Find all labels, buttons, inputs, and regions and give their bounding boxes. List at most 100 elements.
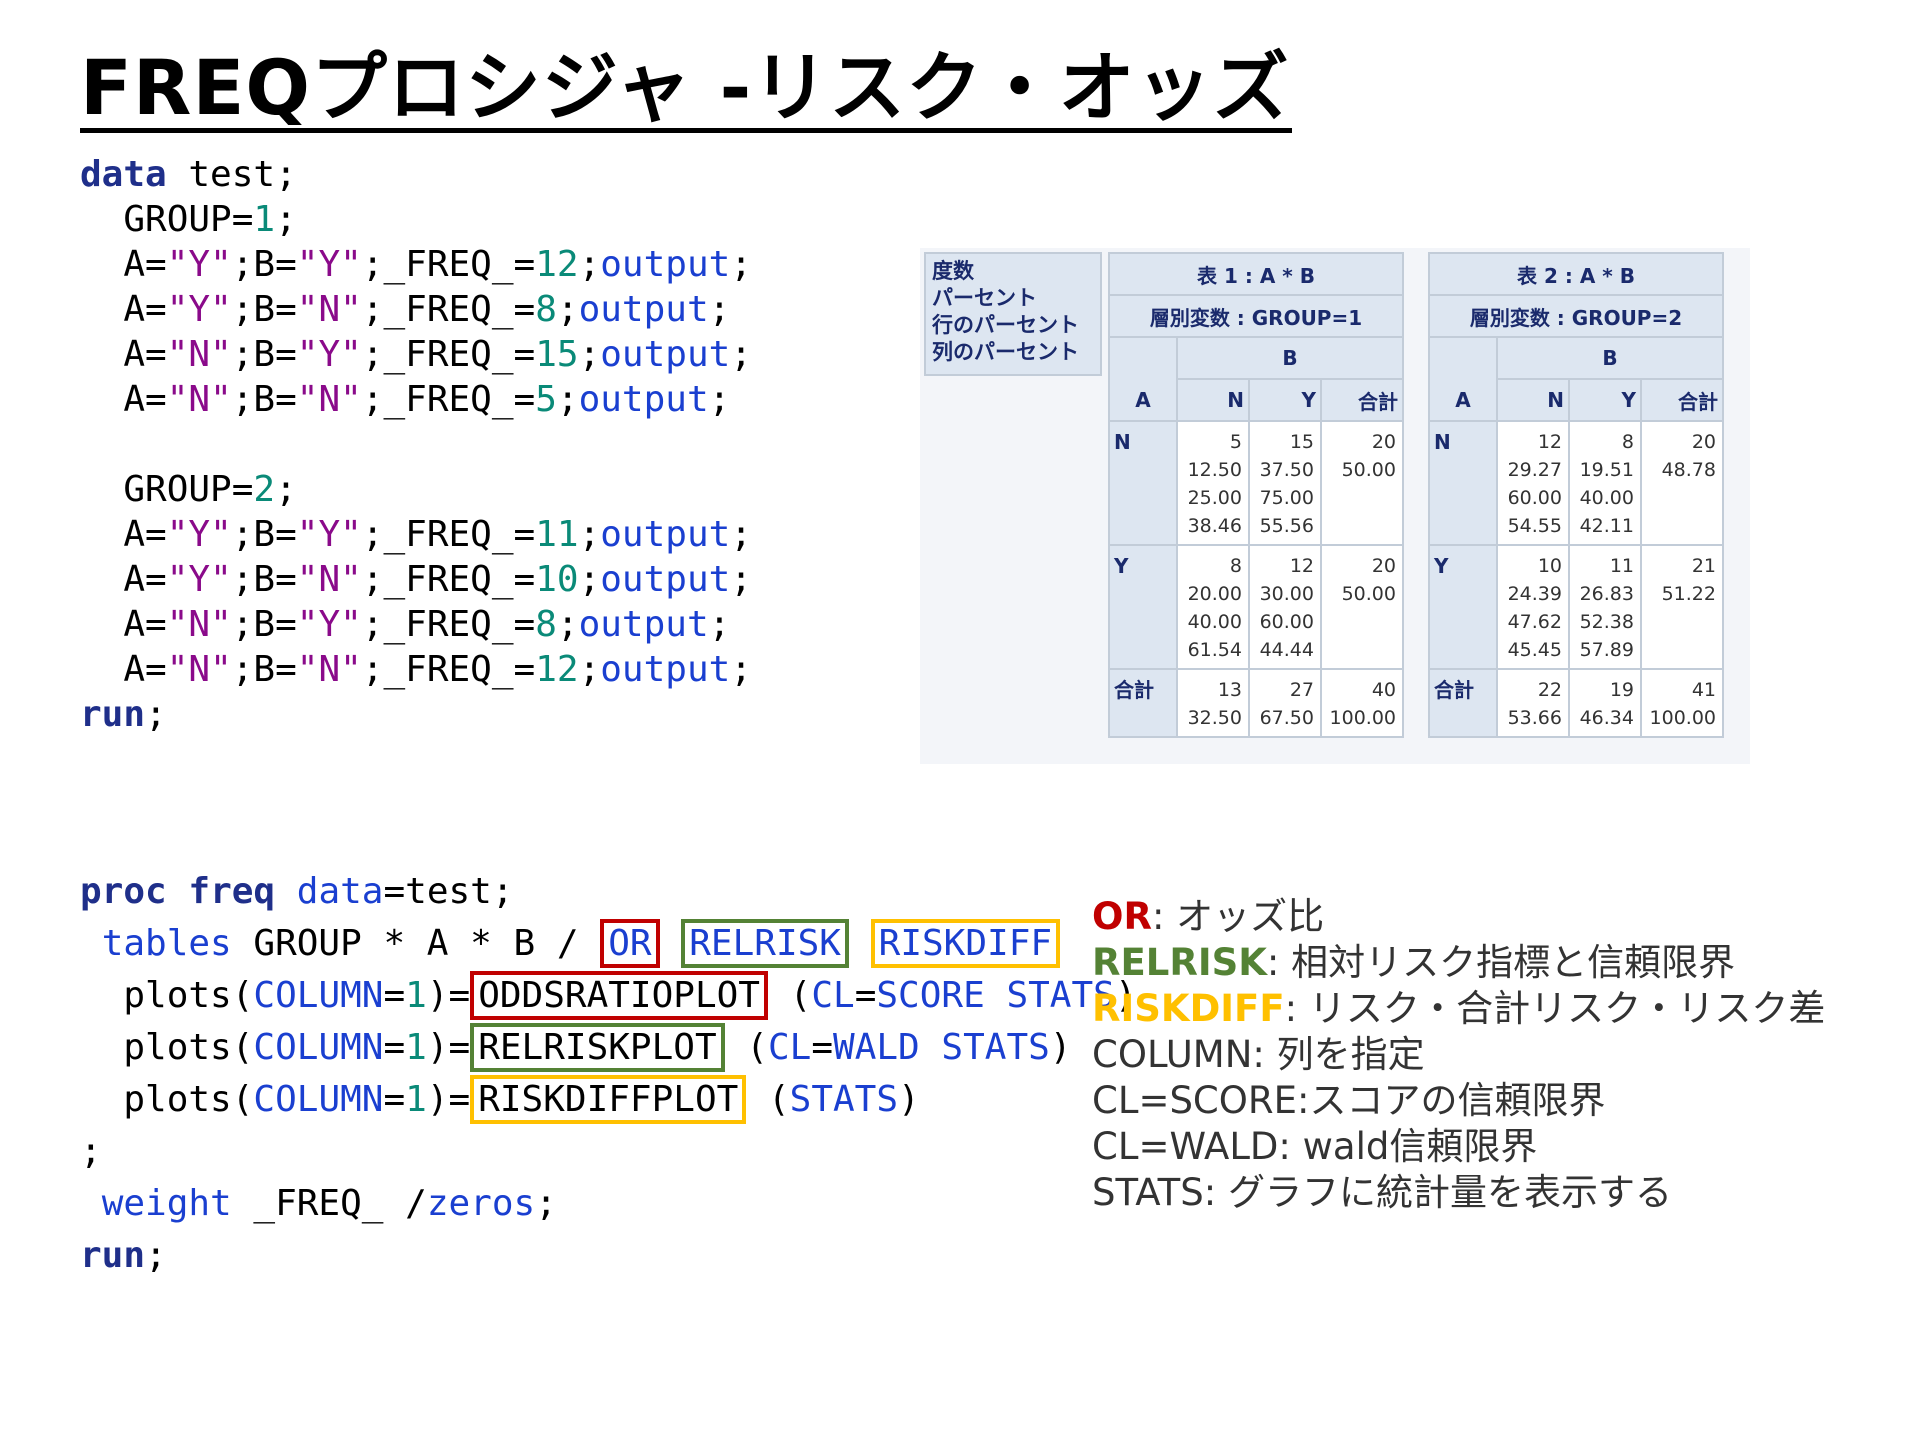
keyword-output: output xyxy=(600,334,731,375)
row-variable: A xyxy=(1428,379,1498,422)
keyword-output: output xyxy=(600,244,731,285)
row-label: Y xyxy=(1108,544,1178,670)
assign-a: A= xyxy=(123,289,167,330)
group-value: 2 xyxy=(253,469,276,510)
title-underline xyxy=(80,128,1292,133)
value-b: "N" xyxy=(296,289,362,330)
note-text: COLUMN: 列を指定 xyxy=(1092,1033,1425,1076)
column-label: Y xyxy=(1568,378,1642,422)
note-text: CL=SCORE:スコアの信頼限界 xyxy=(1092,1079,1606,1122)
note-text: : オッズ比 xyxy=(1151,895,1325,938)
keyword-output: output xyxy=(600,514,731,555)
note-text: : リスク・合計リスク・リスク差 xyxy=(1284,987,1826,1030)
keyword-output: output xyxy=(578,604,709,645)
data-step-code: data test; GROUP=1; A="Y";B="Y";_FREQ_=1… xyxy=(80,154,752,735)
value-b: "N" xyxy=(296,649,362,690)
value-b: "N" xyxy=(296,379,362,420)
table-cell: 12 30.00 60.00 44.44 xyxy=(1248,544,1322,670)
group-assign: GROUP= xyxy=(123,199,254,240)
table-cell: 41 100.00 xyxy=(1640,668,1724,738)
group2-lines: A="Y";B="Y";_FREQ_=11;output; A="Y";B="N… xyxy=(123,514,752,690)
row-label: Y xyxy=(1428,544,1498,670)
riskdiffplot-box: RISKDIFFPLOT xyxy=(470,1075,747,1124)
keyword-output: output xyxy=(578,379,709,420)
value-b: "Y" xyxy=(296,604,362,645)
table-title: 表 2 : A * B xyxy=(1428,252,1724,296)
value-freq: 11 xyxy=(535,514,579,555)
value-a: "Y" xyxy=(166,514,232,555)
value-freq: 12 xyxy=(535,244,579,285)
assign-a: A= xyxy=(123,244,167,285)
assign-a: A= xyxy=(123,559,167,600)
strata-label: 層別変数 : GROUP=1 xyxy=(1108,294,1404,338)
row-label: 合計 xyxy=(1108,668,1178,738)
value-freq: 15 xyxy=(535,334,579,375)
assign-a: A= xyxy=(123,334,167,375)
value-freq: 10 xyxy=(535,559,579,600)
group-value: 1 xyxy=(253,199,276,240)
table-cell: 11 26.83 52.38 57.89 xyxy=(1568,544,1642,670)
table-cell: 5 12.50 25.00 38.46 xyxy=(1176,420,1250,546)
note-key: RISKDIFF xyxy=(1092,987,1285,1030)
strata-label: 層別変数 : GROUP=2 xyxy=(1428,294,1724,338)
column-label: N xyxy=(1496,378,1570,422)
option-data: data xyxy=(296,871,384,912)
value-freq: 8 xyxy=(535,289,557,330)
slide-title: FREQプロシジャ -リスク・オッズ xyxy=(80,43,1290,132)
note-text: : 相対リスク指標と信頼限界 xyxy=(1266,941,1736,984)
keyword-weight: weight xyxy=(101,1183,232,1224)
row-label: 合計 xyxy=(1428,668,1498,738)
assign-a: A= xyxy=(123,649,167,690)
value-freq: 8 xyxy=(535,604,557,645)
note-text: STATS: グラフに統計量を表示する xyxy=(1092,1171,1672,1214)
assign-a: A= xyxy=(123,604,167,645)
table-cell: 8 20.00 40.00 61.54 xyxy=(1176,544,1250,670)
option-notes: OR: オッズ比 RELRISK: 相対リスク指標と信頼限界 RISKDIFF: リ… xyxy=(1092,894,1825,1216)
value-a: "N" xyxy=(166,604,232,645)
keyword-output: output xyxy=(600,559,731,600)
note-key: OR xyxy=(1092,895,1152,938)
column-variable: B xyxy=(1176,336,1404,380)
keyword-freq: freq xyxy=(188,871,276,912)
table-title: 表 1 : A * B xyxy=(1108,252,1404,296)
note-text: CL=WALD: wald信頼限界 xyxy=(1092,1125,1538,1168)
table-cell: 19 46.34 xyxy=(1568,668,1642,738)
table-cell: 27 67.50 xyxy=(1248,668,1322,738)
table-cell: 20 50.00 xyxy=(1320,544,1404,670)
table-cell: 21 51.22 xyxy=(1640,544,1724,670)
keyword-output: output xyxy=(578,289,709,330)
table-cell: 15 37.50 75.00 55.56 xyxy=(1248,420,1322,546)
value-b: "Y" xyxy=(296,244,362,285)
column-variable: B xyxy=(1496,336,1724,380)
keyword-proc: proc xyxy=(80,871,167,912)
proc-freq-code: proc freq data=test; tables GROUP * A * … xyxy=(80,871,1137,1276)
relriskplot-box: RELRISKPLOT xyxy=(470,1023,725,1072)
note-line: STATS: グラフに統計量を表示する xyxy=(1092,1170,1825,1216)
note-line: COLUMN: 列を指定 xyxy=(1092,1032,1825,1078)
table-cell: 8 19.51 40.00 42.11 xyxy=(1568,420,1642,546)
freq-output-panel: 度数 パーセント 行のパーセント 列のパーセント 表 1 : A * B 層別変数… xyxy=(920,248,1750,764)
freq-table-2: 表 2 : A * B 層別変数 : GROUP=2 B A N Y 合計 N 12 29.27… xyxy=(1428,252,1724,738)
assign-a: A= xyxy=(123,379,167,420)
value-freq: 12 xyxy=(535,649,579,690)
option-or-box: OR xyxy=(600,919,660,968)
table-cell: 10 24.39 47.62 45.45 xyxy=(1496,544,1570,670)
value-b: "Y" xyxy=(296,334,362,375)
value-a: "N" xyxy=(166,334,232,375)
table-cell: 12 29.27 60.00 54.55 xyxy=(1496,420,1570,546)
column-label: N xyxy=(1176,378,1250,422)
row-label: N xyxy=(1108,420,1178,546)
value-a: "Y" xyxy=(166,559,232,600)
note-key: RELRISK xyxy=(1092,941,1267,984)
table-cell: 20 50.00 xyxy=(1320,420,1404,546)
value-a: "Y" xyxy=(166,289,232,330)
value-a: "Y" xyxy=(166,244,232,285)
column-label: 合計 xyxy=(1640,378,1724,422)
table-cell: 13 32.50 xyxy=(1176,668,1250,738)
note-line: RISKDIFF: リスク・合計リスク・リスク差 xyxy=(1092,986,1825,1032)
value-a: "N" xyxy=(166,649,232,690)
assign-a: A= xyxy=(123,514,167,555)
column-label: Y xyxy=(1248,378,1322,422)
row-variable: A xyxy=(1108,379,1178,422)
keyword-output: output xyxy=(600,649,731,690)
